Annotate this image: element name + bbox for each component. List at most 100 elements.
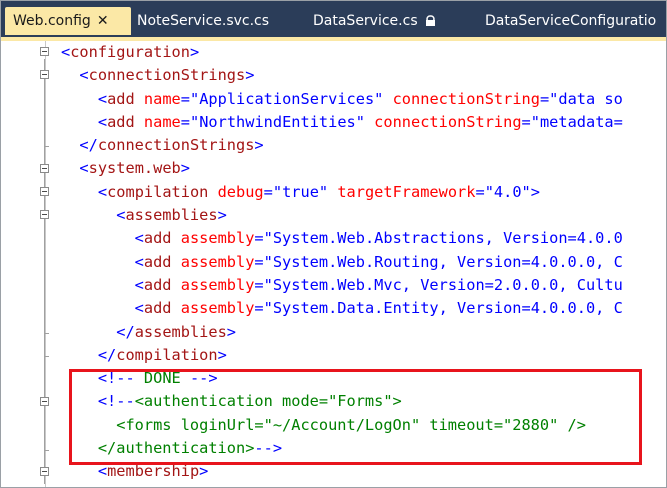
outline-end bbox=[44, 333, 49, 334]
code-line: <add assembly="System.Data.Entity, Versi… bbox=[61, 297, 666, 320]
code-token: =" bbox=[263, 182, 283, 201]
code-token: add bbox=[143, 229, 172, 248]
tab-label: DataService.cs bbox=[313, 13, 418, 29]
code-token: =" bbox=[254, 252, 273, 271]
lock-icon bbox=[426, 15, 436, 26]
code-line: <add assembly="System.Web.Routing, Versi… bbox=[61, 251, 666, 274]
code-token: system.web bbox=[88, 159, 181, 178]
code-token: name bbox=[134, 89, 181, 108]
code-token: < bbox=[61, 252, 144, 271]
code-token: connectionStrings bbox=[88, 66, 246, 85]
code-token: assembly bbox=[171, 252, 255, 271]
code-token: metadata= bbox=[539, 112, 623, 131]
code-token: > bbox=[199, 462, 209, 481]
code-token: name bbox=[134, 112, 181, 131]
code-token: membership bbox=[107, 462, 200, 481]
code-line: <connectionStrings> bbox=[61, 64, 666, 87]
editor-window: Web.config ✕ NoteService.svc.cs DataServi… bbox=[0, 0, 667, 488]
code-token: true bbox=[282, 182, 319, 201]
code-line: </assemblies> bbox=[61, 321, 666, 344]
highlight-box bbox=[69, 369, 642, 465]
code-token: targetFramework bbox=[328, 182, 476, 201]
code-token: < bbox=[61, 159, 89, 178]
code-token: </ bbox=[61, 136, 98, 155]
code-line: <system.web> bbox=[61, 157, 666, 180]
code-token: assemblies bbox=[134, 322, 227, 341]
tab-label: Web.config bbox=[13, 13, 91, 29]
code-token: < bbox=[61, 112, 108, 131]
tab-dataservice[interactable]: DataService.cs bbox=[313, 7, 436, 35]
code-token: System.Data.Entity, Version=4.0.0.0, C bbox=[272, 299, 623, 318]
code-line: <add name="NorthwindEntities" connection… bbox=[61, 111, 666, 134]
code-token: < bbox=[61, 89, 108, 108]
code-token: > bbox=[254, 136, 264, 155]
code-token: assembly bbox=[171, 275, 255, 294]
code-token: ApplicationServices bbox=[199, 89, 375, 108]
code-token: compilation bbox=[116, 345, 218, 364]
tab-web-config[interactable]: Web.config ✕ bbox=[5, 7, 131, 35]
collapse-icon[interactable] bbox=[40, 47, 49, 56]
code-token: > bbox=[226, 322, 237, 341]
code-token: assembly bbox=[171, 299, 255, 318]
code-token: < bbox=[61, 275, 144, 294]
code-token: add bbox=[143, 299, 172, 318]
code-token: =" bbox=[254, 299, 273, 318]
code-token: " bbox=[355, 112, 365, 131]
code-token: data so bbox=[558, 89, 623, 108]
gutter bbox=[1, 41, 41, 487]
code-line: </connectionStrings> bbox=[61, 134, 666, 157]
code-token: > bbox=[189, 43, 200, 61]
document-tab-bar: Web.config ✕ NoteService.svc.cs DataServi… bbox=[1, 1, 666, 37]
code-token: 4.0 bbox=[493, 182, 522, 201]
code-token: < bbox=[61, 43, 71, 61]
code-token: compilation bbox=[107, 182, 209, 201]
code-token: < bbox=[61, 229, 144, 248]
code-token: =" bbox=[254, 229, 273, 248]
code-token: System.Web.Abstractions, Version=4.0.0 bbox=[272, 229, 623, 248]
tab-label: DataServiceConfiguratio bbox=[485, 13, 657, 29]
code-token: =" bbox=[180, 89, 200, 108]
tab-label: NoteService.svc.cs bbox=[137, 13, 270, 29]
code-token: System.Web.Mvc, Version=2.0.0.0, Cultu bbox=[272, 275, 623, 294]
collapse-icon[interactable] bbox=[40, 164, 49, 173]
outline-end bbox=[44, 356, 49, 357]
code-token: =" bbox=[539, 89, 559, 108]
code-token: add bbox=[143, 252, 172, 271]
code-token: connectionStrings bbox=[97, 136, 255, 155]
code-token: "> bbox=[521, 182, 540, 201]
tab-noteservice[interactable]: NoteService.svc.cs bbox=[137, 7, 269, 35]
code-token: < bbox=[61, 182, 108, 201]
code-token: > bbox=[217, 206, 227, 225]
collapse-icon[interactable] bbox=[40, 187, 49, 196]
collapse-icon[interactable] bbox=[40, 397, 49, 406]
collapse-icon[interactable] bbox=[40, 210, 49, 219]
code-token: NorthwindEntities bbox=[199, 112, 356, 131]
code-token: add bbox=[107, 112, 135, 131]
code-token: > bbox=[245, 66, 255, 85]
code-line: <configuration> bbox=[61, 41, 666, 64]
code-token: configuration bbox=[70, 43, 190, 61]
code-token: debug bbox=[208, 182, 264, 201]
code-line: <add name="ApplicationServices" connecti… bbox=[61, 88, 666, 111]
collapse-icon[interactable] bbox=[40, 467, 49, 476]
code-token: > bbox=[217, 345, 227, 364]
outline-end bbox=[44, 146, 49, 147]
code-token: </ bbox=[61, 322, 135, 341]
close-icon[interactable]: ✕ bbox=[97, 7, 109, 35]
code-token: " bbox=[318, 182, 329, 201]
code-token: connectionString bbox=[383, 89, 540, 108]
code-token: =" bbox=[521, 112, 540, 131]
code-token: > bbox=[180, 159, 190, 178]
collapse-icon[interactable] bbox=[40, 70, 49, 79]
code-token: =" bbox=[180, 112, 200, 131]
code-token: </ bbox=[61, 345, 117, 364]
margin-line bbox=[45, 41, 46, 487]
code-token: assembly bbox=[171, 229, 255, 248]
code-token: " bbox=[374, 89, 384, 108]
code-token: add bbox=[143, 275, 172, 294]
tab-dataserviceconfiguration[interactable]: DataServiceConfiguratio bbox=[485, 7, 656, 35]
code-line: <add assembly="System.Web.Mvc, Version=2… bbox=[61, 274, 666, 297]
code-token: < bbox=[61, 66, 89, 85]
code-token: =" bbox=[254, 275, 273, 294]
code-token: System.Web.Routing, Version=4.0.0.0, C bbox=[272, 252, 623, 271]
